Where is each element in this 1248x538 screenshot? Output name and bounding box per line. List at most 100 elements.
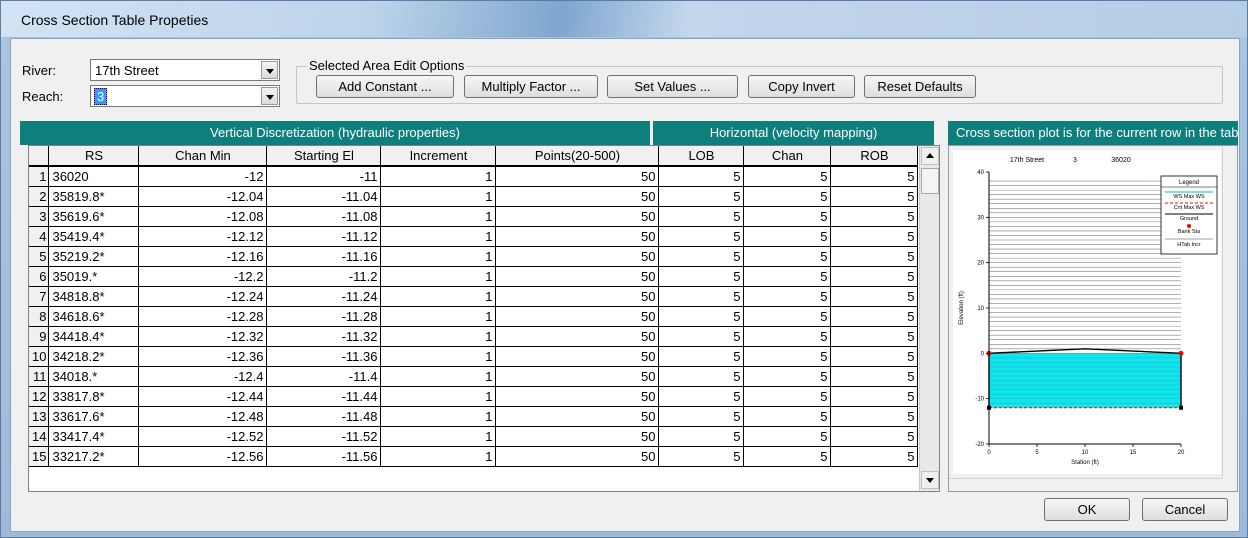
table-cell[interactable]: 5 xyxy=(743,386,832,407)
table-cell[interactable]: 33217.2* xyxy=(48,446,140,467)
table-cell[interactable]: -11.52 xyxy=(266,426,382,447)
table-cell[interactable]: 50 xyxy=(495,166,660,187)
table-cell[interactable]: 1 xyxy=(380,246,497,267)
table-cell[interactable]: -12.08 xyxy=(138,206,268,227)
table-cell[interactable]: -12.4 xyxy=(138,366,268,387)
table-cell[interactable]: 50 xyxy=(495,326,660,347)
table-cell[interactable]: 34818.8* xyxy=(48,286,140,307)
table-cell[interactable]: 5 xyxy=(743,206,832,227)
table-row[interactable]: 3 35619.6* -12.08 -11.08 1 50 5 5 5 xyxy=(29,206,919,227)
table-cell[interactable]: 34418.4* xyxy=(48,326,140,347)
table-cell[interactable]: 1 xyxy=(380,406,497,427)
table-cell[interactable]: 34018.* xyxy=(48,366,140,387)
table-cell[interactable]: 5 xyxy=(658,346,745,367)
table-cell[interactable]: 50 xyxy=(495,266,660,287)
table-cell[interactable]: 5 xyxy=(658,206,745,227)
table-cell[interactable]: 5 xyxy=(743,306,832,327)
table-cell[interactable]: 1 xyxy=(380,366,497,387)
table-cell[interactable]: 5 xyxy=(658,266,745,287)
table-cell[interactable]: 5 xyxy=(743,446,832,467)
table-cell[interactable]: 50 xyxy=(495,386,660,407)
table-cell[interactable]: 5 xyxy=(658,286,745,307)
table-cell[interactable]: 5 xyxy=(658,446,745,467)
table-cell[interactable]: 5 xyxy=(830,166,919,187)
table-cell[interactable]: -11 xyxy=(266,166,382,187)
table-cell[interactable]: 5 xyxy=(830,186,919,207)
table-body[interactable]: 1 36020 -12 -11 1 50 5 5 5 2 35819.8* -12.04 -11.04 1… xyxy=(29,166,919,467)
table-row[interactable]: 14 33417.4* -12.52 -11.52 1 50 5 5 5 xyxy=(29,426,919,447)
plot-horizontal-scrollbar[interactable] xyxy=(949,478,1222,491)
table-cell[interactable]: 1 xyxy=(380,226,497,247)
table-cell[interactable]: 5 xyxy=(743,286,832,307)
table-cell[interactable]: -11.24 xyxy=(266,286,382,307)
table-cell[interactable]: 50 xyxy=(495,186,660,207)
table-cell[interactable]: 5 xyxy=(743,366,832,387)
reach-select[interactable]: 3 xyxy=(90,85,280,107)
table-cell[interactable]: -12.32 xyxy=(138,326,268,347)
table-cell[interactable]: -12.12 xyxy=(138,226,268,247)
table-cell[interactable]: 50 xyxy=(495,366,660,387)
table-cell[interactable]: 50 xyxy=(495,446,660,467)
table-cell[interactable]: -11.08 xyxy=(266,206,382,227)
table-cell[interactable]: 5 xyxy=(743,346,832,367)
column-header[interactable]: Increment xyxy=(380,146,497,167)
table-cell[interactable]: 5 xyxy=(830,226,919,247)
column-header[interactable]: Chan xyxy=(743,146,832,167)
column-header[interactable]: RS xyxy=(48,146,140,167)
table-cell[interactable]: -11.36 xyxy=(266,346,382,367)
table-cell[interactable]: 50 xyxy=(495,306,660,327)
table-cell[interactable]: 1 xyxy=(380,266,497,287)
add-constant-button[interactable]: Add Constant ... xyxy=(316,75,454,98)
table-cell[interactable]: 5 xyxy=(830,446,919,467)
table-cell[interactable]: 1 xyxy=(380,346,497,367)
table-cell[interactable]: 5 xyxy=(743,406,832,427)
table-cell[interactable]: 1 xyxy=(380,426,497,447)
table-cell[interactable]: -11.28 xyxy=(266,306,382,327)
table-cell[interactable]: 1 xyxy=(380,306,497,327)
reset-defaults-button[interactable]: Reset Defaults xyxy=(864,75,976,98)
table-cell[interactable]: 5 xyxy=(743,186,832,207)
table-cell[interactable]: 33617.6* xyxy=(48,406,140,427)
table-cell[interactable]: 50 xyxy=(495,346,660,367)
table-cell[interactable]: 5 xyxy=(658,306,745,327)
table-cell[interactable]: 5 xyxy=(830,306,919,327)
cross-section-table[interactable]: RS Chan Min Starting El Increment Points… xyxy=(28,145,940,492)
table-cell[interactable]: 1 xyxy=(380,286,497,307)
table-row[interactable]: 6 35019.* -12.2 -11.2 1 50 5 5 5 xyxy=(29,266,919,287)
table-cell[interactable]: 5 xyxy=(658,406,745,427)
table-cell[interactable]: 35619.6* xyxy=(48,206,140,227)
chevron-down-icon[interactable] xyxy=(261,87,278,105)
table-cell[interactable]: -11.4 xyxy=(266,366,382,387)
table-cell[interactable]: 5 xyxy=(830,246,919,267)
table-cell[interactable]: 35219.2* xyxy=(48,246,140,267)
table-cell[interactable]: -11.16 xyxy=(266,246,382,267)
table-row[interactable]: 2 35819.8* -12.04 -11.04 1 50 5 5 5 xyxy=(29,186,919,207)
table-cell[interactable]: 5 xyxy=(830,426,919,447)
table-row[interactable]: 8 34618.6* -12.28 -11.28 1 50 5 5 5 xyxy=(29,306,919,327)
table-cell[interactable]: 50 xyxy=(495,426,660,447)
column-header[interactable]: Points(20-500) xyxy=(495,146,660,167)
table-cell[interactable]: -12.16 xyxy=(138,246,268,267)
table-cell[interactable]: -11.2 xyxy=(266,266,382,287)
table-cell[interactable]: -11.56 xyxy=(266,446,382,467)
table-cell[interactable]: 5 xyxy=(830,326,919,347)
table-grid[interactable]: RS Chan Min Starting El Increment Points… xyxy=(29,146,919,467)
table-cell[interactable]: 5 xyxy=(830,286,919,307)
table-cell[interactable]: 5 xyxy=(743,426,832,447)
table-cell[interactable]: 1 xyxy=(380,166,497,187)
table-cell[interactable]: 35819.8* xyxy=(48,186,140,207)
table-cell[interactable]: 34618.6* xyxy=(48,306,140,327)
table-cell[interactable]: 1 xyxy=(380,446,497,467)
table-cell[interactable]: 50 xyxy=(495,226,660,247)
table-cell[interactable]: 5 xyxy=(830,266,919,287)
table-cell[interactable]: 1 xyxy=(380,206,497,227)
table-cell[interactable]: 36020 xyxy=(48,166,140,187)
table-scrollbar[interactable] xyxy=(919,146,939,491)
table-cell[interactable]: -11.04 xyxy=(266,186,382,207)
table-cell[interactable]: 5 xyxy=(743,166,832,187)
table-cell[interactable]: -11.48 xyxy=(266,406,382,427)
table-cell[interactable]: 5 xyxy=(658,226,745,247)
table-cell[interactable]: 50 xyxy=(495,406,660,427)
table-cell[interactable]: -11.12 xyxy=(266,226,382,247)
table-row[interactable]: 12 33817.8* -12.44 -11.44 1 50 5 5 5 xyxy=(29,386,919,407)
